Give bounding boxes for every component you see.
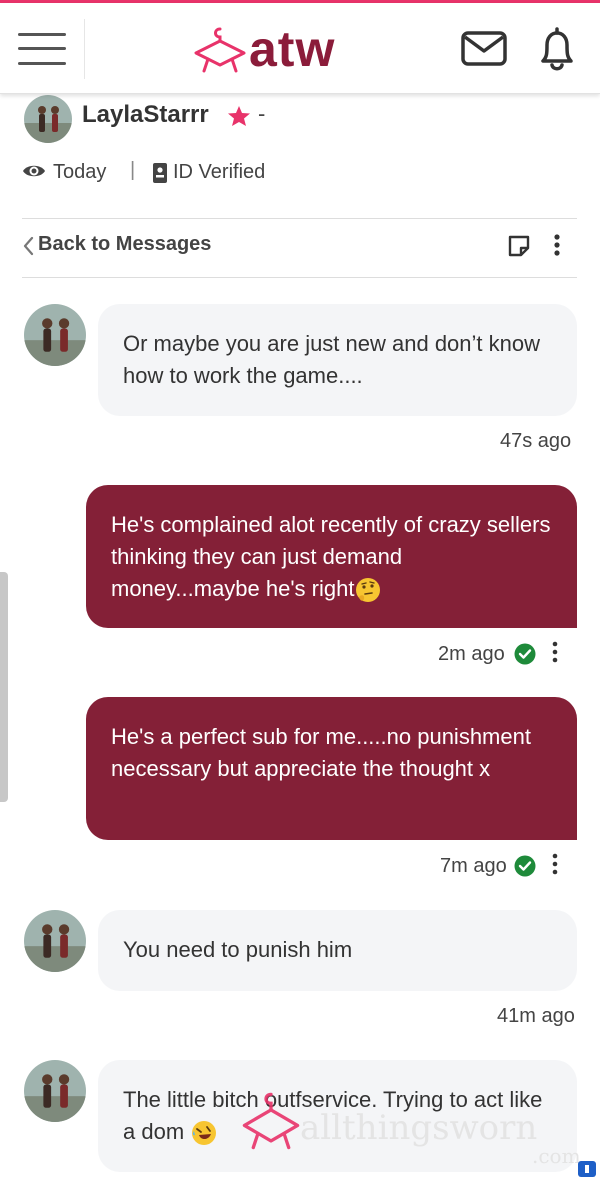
chevron-left-icon [23, 236, 34, 256]
message-bubble-outgoing: He's complained alot recently of crazy s… [86, 485, 577, 628]
profile-name-suffix: - [258, 101, 266, 126]
mail-icon[interactable] [460, 29, 508, 69]
message-options-icon[interactable] [549, 641, 561, 663]
message-timestamp: 41m ago [497, 1005, 575, 1027]
divider [22, 277, 577, 278]
back-label: Back to Messages [38, 233, 212, 255]
message-bubble-outgoing: He's a perfect sub for me.....no punishm… [86, 697, 577, 840]
profile-name[interactable]: LaylaStarrr [82, 101, 209, 129]
message-text: You need to punish him [123, 937, 353, 962]
last-seen: Today [53, 161, 107, 183]
id-card-icon [153, 163, 167, 183]
message-text: He's complained alot recently of crazy s… [111, 512, 551, 601]
app-header: atw [0, 3, 600, 94]
message-bubble-incoming: You need to punish him [98, 910, 577, 991]
avatar[interactable] [24, 95, 72, 143]
scrollbar[interactable] [0, 572, 8, 802]
note-icon[interactable] [507, 234, 531, 258]
notification-badge-icon[interactable] [578, 1161, 596, 1177]
message-text: Or maybe you are just new and don’t know… [123, 331, 541, 388]
avatar[interactable] [24, 1060, 86, 1122]
divider [22, 218, 577, 219]
hamburger-menu-icon[interactable] [18, 31, 66, 67]
watermark-hanger-icon [242, 1092, 300, 1150]
profile-header: LaylaStarrr - [22, 95, 582, 145]
profile-meta: Today | ID Verified [22, 158, 582, 188]
message-timestamp: 2m ago [438, 643, 505, 665]
more-vertical-icon[interactable] [549, 233, 565, 257]
read-check-icon [514, 855, 536, 877]
message-options-icon[interactable] [549, 853, 561, 875]
message-bubble-incoming: Or maybe you are just new and don’t know… [98, 304, 577, 416]
watermark-suffix: .com [532, 1144, 581, 1168]
id-verified-label: ID Verified [173, 161, 266, 183]
watermark-text: allthingsworn [300, 1108, 538, 1148]
message-text: He's a perfect sub for me.....no punishm… [111, 724, 531, 781]
avatar[interactable] [24, 910, 86, 972]
read-check-icon [514, 643, 536, 665]
atw-logo[interactable]: atw [192, 19, 362, 79]
star-icon [228, 106, 250, 126]
message-timestamp: 7m ago [440, 855, 507, 877]
header-divider [84, 19, 85, 79]
thinking-face-emoji-icon [356, 578, 381, 603]
avatar[interactable] [24, 304, 86, 366]
hanger-logo-icon [194, 27, 246, 73]
rolling-on-the-floor-laughing-emoji-icon [192, 1121, 217, 1146]
eye-icon [23, 165, 45, 177]
logo-text: atw [249, 21, 336, 77]
bell-icon[interactable] [535, 25, 579, 73]
meta-separator: | [130, 159, 136, 181]
message-timestamp: 47s ago [500, 430, 572, 452]
